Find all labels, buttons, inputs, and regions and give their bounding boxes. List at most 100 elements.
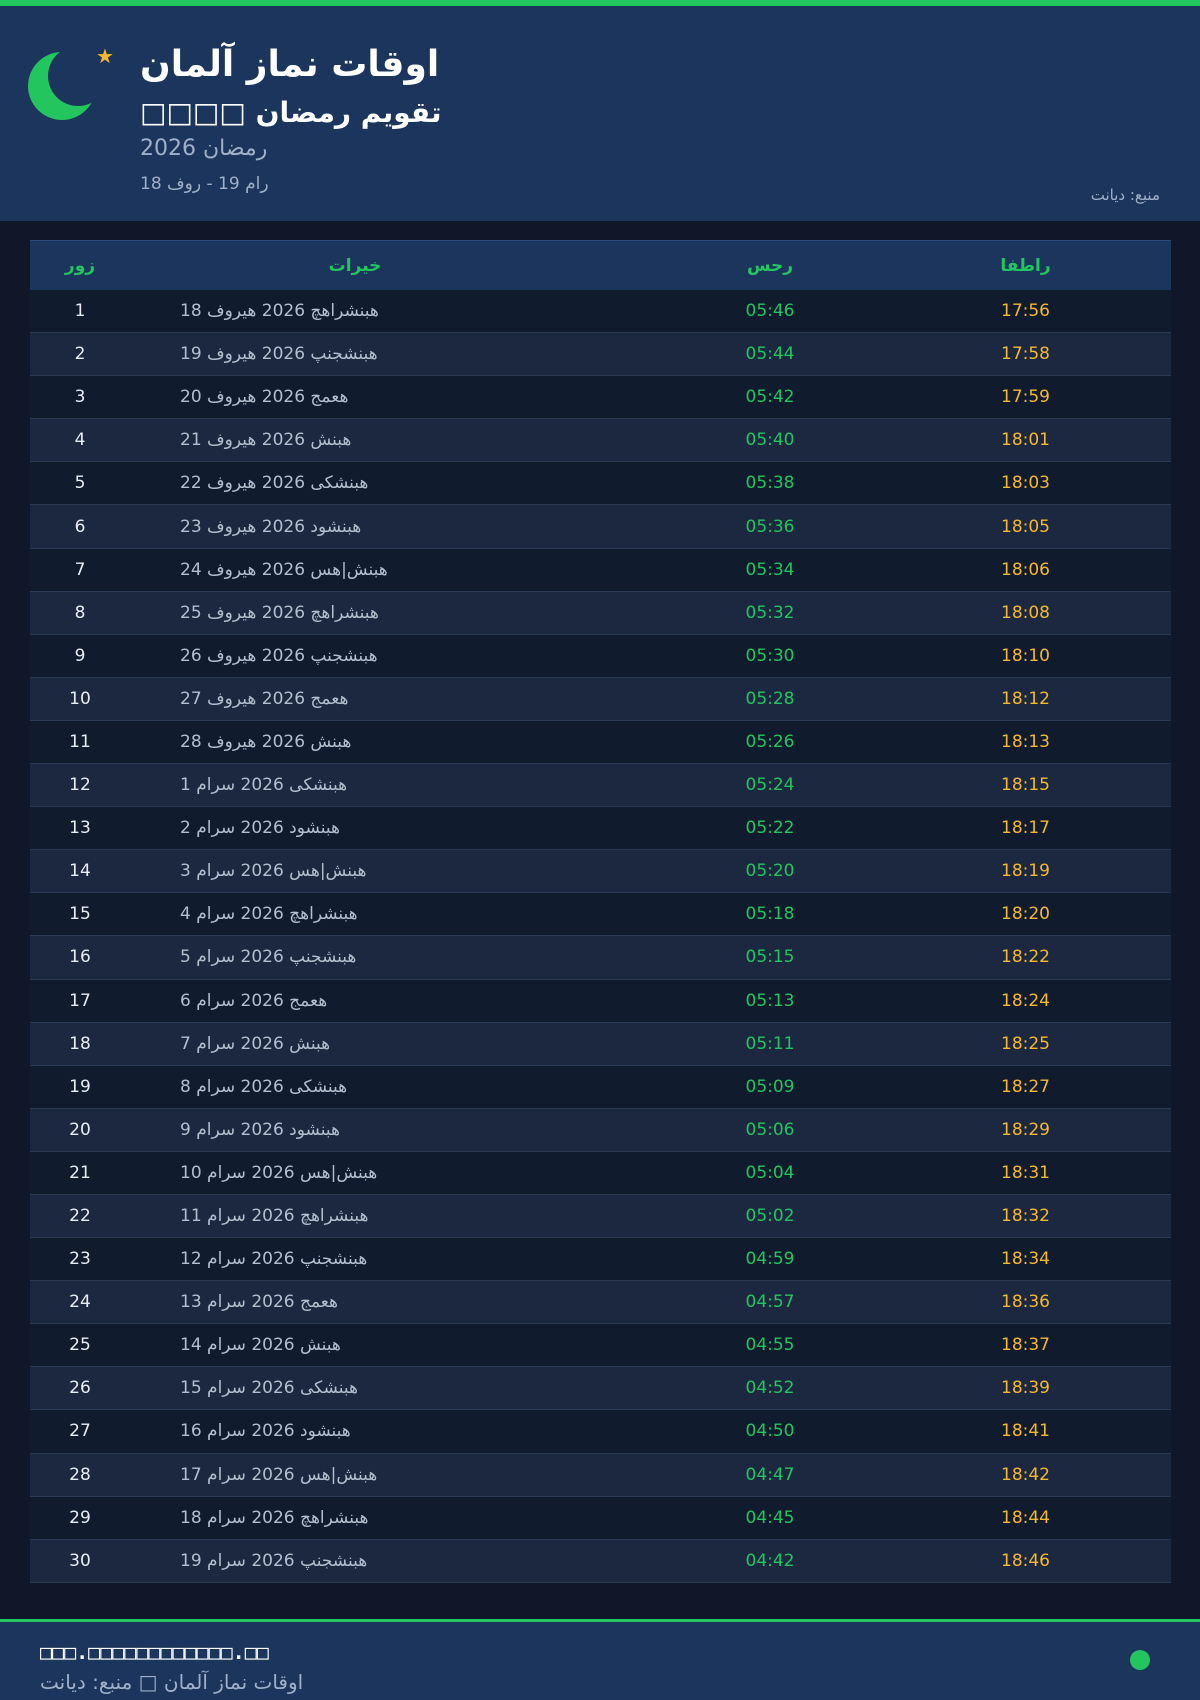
footer-note: اوقات نماز آلمان □ منبع: دیانت (40, 1670, 304, 1694)
table-row: 25 هبنش 2026 سرام 14 04:55 18:37 (30, 1324, 1171, 1368)
day-cell: 9 (74, 645, 86, 666)
day-cell: 7 (74, 559, 86, 580)
table-row: 13 هبنشود 2026 سرام 2 05:22 18:17 (30, 807, 1171, 851)
table-header: زور خیرات رحس راطفا (30, 240, 1171, 290)
footer-site: □□□.□□□□□□□□□□□□.□□ (40, 1640, 269, 1664)
year-label: رمضان 2026 (140, 136, 268, 161)
table-row: 20 هبنشود 2026 سرام 9 05:06 18:29 (30, 1108, 1171, 1152)
iftar-time-cell: 18:10 (1001, 645, 1050, 666)
table-row: 29 هبنشراهچ 2026 سرام 18 04:45 18:44 (30, 1496, 1171, 1540)
date-cell: هبنشود 2026 سرام 16 (180, 1421, 351, 1442)
sahar-time-cell: 04:57 (745, 1292, 795, 1313)
header-day: زور (64, 255, 96, 276)
table-body: 1 هبنشراهچ 2026 هیروف 18 05:46 17:56 2 هبنشجن… (30, 290, 1171, 1583)
day-cell: 8 (74, 602, 86, 623)
date-cell: هبنشراهچ 2026 هیروف 25 (180, 602, 379, 623)
table-row: 28 هبنش|هس 2026 سرام 17 04:47 18:42 (30, 1453, 1171, 1497)
date-cell: هعمج 2026 هیروف 27 (180, 688, 349, 709)
day-cell: 19 (69, 1076, 91, 1097)
iftar-time-cell: 18:20 (1001, 904, 1050, 925)
date-cell: هبنش|هس 2026 سرام 3 (180, 861, 367, 882)
table-row: 18 هبنش 2026 سرام 7 05:11 18:25 (30, 1022, 1171, 1066)
iftar-time-cell: 18:29 (1001, 1119, 1050, 1140)
sahar-time-cell: 04:52 (745, 1378, 795, 1399)
date-cell: هبنشکی 2026 هیروف 22 (180, 473, 369, 494)
header: ★ اوقات نماز آلمان □□□□ تقویم رمضان رمضا… (0, 6, 1200, 221)
day-cell: 13 (69, 818, 91, 839)
day-cell: 29 (69, 1507, 91, 1528)
date-cell: هبنشکی 2026 سرام 1 (180, 775, 348, 796)
sahar-time-cell: 05:04 (745, 1162, 795, 1183)
day-cell: 17 (69, 990, 91, 1011)
sahar-time-cell: 05:30 (745, 645, 795, 666)
date-cell: هبنشراهچ 2026 سرام 18 (180, 1507, 369, 1528)
iftar-time-cell: 18:08 (1001, 602, 1050, 623)
date-range: رام 19 - روف 18 (140, 174, 269, 194)
table-row: 21 هبنش|هس 2026 سرام 10 05:04 18:31 (30, 1151, 1171, 1195)
table-row: 19 هبنشکی 2026 سرام 8 05:09 18:27 (30, 1065, 1171, 1109)
sahar-time-cell: 05:36 (745, 516, 795, 537)
table-row: 22 هبنشراهچ 2026 سرام 11 05:02 18:32 (30, 1194, 1171, 1239)
iftar-time-cell: 18:01 (1001, 430, 1050, 451)
sahar-time-cell: 05:24 (745, 775, 795, 796)
status-dot (1130, 1650, 1150, 1670)
date-cell: هبنشجنپ 2026 هیروف 19 (180, 344, 378, 365)
table-row: 16 هبنشجنپ 2026 سرام 5 05:15 18:22 (30, 936, 1171, 980)
table-row: 17 هعمج 2026 سرام 6 05:13 18:24 (30, 979, 1171, 1023)
iftar-time-cell: 17:56 (1001, 301, 1050, 322)
date-cell: هبنشجنپ 2026 سرام 5 (180, 947, 357, 968)
day-cell: 4 (74, 430, 86, 451)
date-cell: هعمج 2026 سرام 13 (180, 1292, 338, 1313)
iftar-time-cell: 18:44 (1001, 1507, 1050, 1528)
date-cell: هبنشود 2026 سرام 2 (180, 818, 340, 839)
source-label: منبع: دیانت (1090, 186, 1160, 204)
sahar-time-cell: 05:26 (745, 731, 795, 752)
table-row: 14 هبنش|هس 2026 سرام 3 05:20 18:19 (30, 850, 1171, 894)
date-cell: هبنشجنپ 2026 هیروف 26 (180, 645, 378, 666)
table-row: 6 هبنشود 2026 هیروف 23 05:36 18:05 (30, 505, 1171, 549)
iftar-time-cell: 18:03 (1001, 473, 1050, 494)
sahar-time-cell: 05:06 (745, 1119, 795, 1140)
table-row: 10 هعمج 2026 هیروف 27 05:28 18:12 (30, 677, 1171, 721)
date-cell: هبنش 2026 هیروف 28 (180, 731, 352, 752)
iftar-time-cell: 18:31 (1001, 1162, 1050, 1183)
table-row: 30 هبنشجنپ 2026 سرام 19 04:42 18:46 (30, 1539, 1171, 1583)
day-cell: 20 (69, 1119, 91, 1140)
date-cell: هبنشراهچ 2026 هیروف 18 (180, 301, 379, 322)
sahar-time-cell: 05:13 (745, 990, 795, 1011)
iftar-time-cell: 18:22 (1001, 947, 1050, 968)
day-cell: 18 (69, 1033, 91, 1054)
sahar-time-cell: 04:45 (745, 1507, 795, 1528)
iftar-time-cell: 18:37 (1001, 1335, 1050, 1356)
iftar-time-cell: 18:05 (1001, 516, 1050, 537)
date-cell: هبنشراهچ 2026 سرام 4 (180, 904, 358, 925)
sahar-time-cell: 05:15 (745, 947, 795, 968)
table-row: 23 هبنشجنپ 2026 سرام 12 04:59 18:34 (30, 1238, 1171, 1282)
iftar-time-cell: 18:41 (1001, 1421, 1050, 1442)
sahar-time-cell: 05:02 (745, 1206, 795, 1227)
table-row: 12 هبنشکی 2026 سرام 1 05:24 18:15 (30, 764, 1171, 808)
date-cell: هبنشکی 2026 سرام 8 (180, 1076, 348, 1097)
sahar-time-cell: 05:44 (745, 344, 795, 365)
iftar-time-cell: 18:39 (1001, 1378, 1050, 1399)
iftar-time-cell: 18:19 (1001, 861, 1050, 882)
day-cell: 16 (69, 947, 91, 968)
day-cell: 10 (69, 688, 91, 709)
header-sahar: رحس (746, 255, 794, 276)
date-cell: هبنشود 2026 سرام 9 (180, 1119, 340, 1140)
table-row: 4 هبنش 2026 هیروف 21 05:40 18:01 (30, 419, 1171, 463)
date-cell: هبنشجنپ 2026 سرام 19 (180, 1550, 368, 1571)
page-subtitle: □□□□ تقویم رمضان (140, 96, 442, 129)
sahar-time-cell: 04:42 (745, 1550, 795, 1571)
sahar-time-cell: 05:09 (745, 1076, 795, 1097)
sahar-time-cell: 04:59 (745, 1249, 795, 1270)
day-cell: 11 (69, 731, 91, 752)
day-cell: 14 (69, 861, 91, 882)
iftar-time-cell: 18:27 (1001, 1076, 1050, 1097)
day-cell: 12 (69, 775, 91, 796)
sahar-time-cell: 05:38 (745, 473, 795, 494)
date-cell: هبنش 2026 هیروف 21 (180, 430, 352, 451)
date-cell: هعمج 2026 سرام 6 (180, 990, 328, 1011)
iftar-time-cell: 18:42 (1001, 1464, 1050, 1485)
date-cell: هعمج 2026 هیروف 20 (180, 387, 349, 408)
